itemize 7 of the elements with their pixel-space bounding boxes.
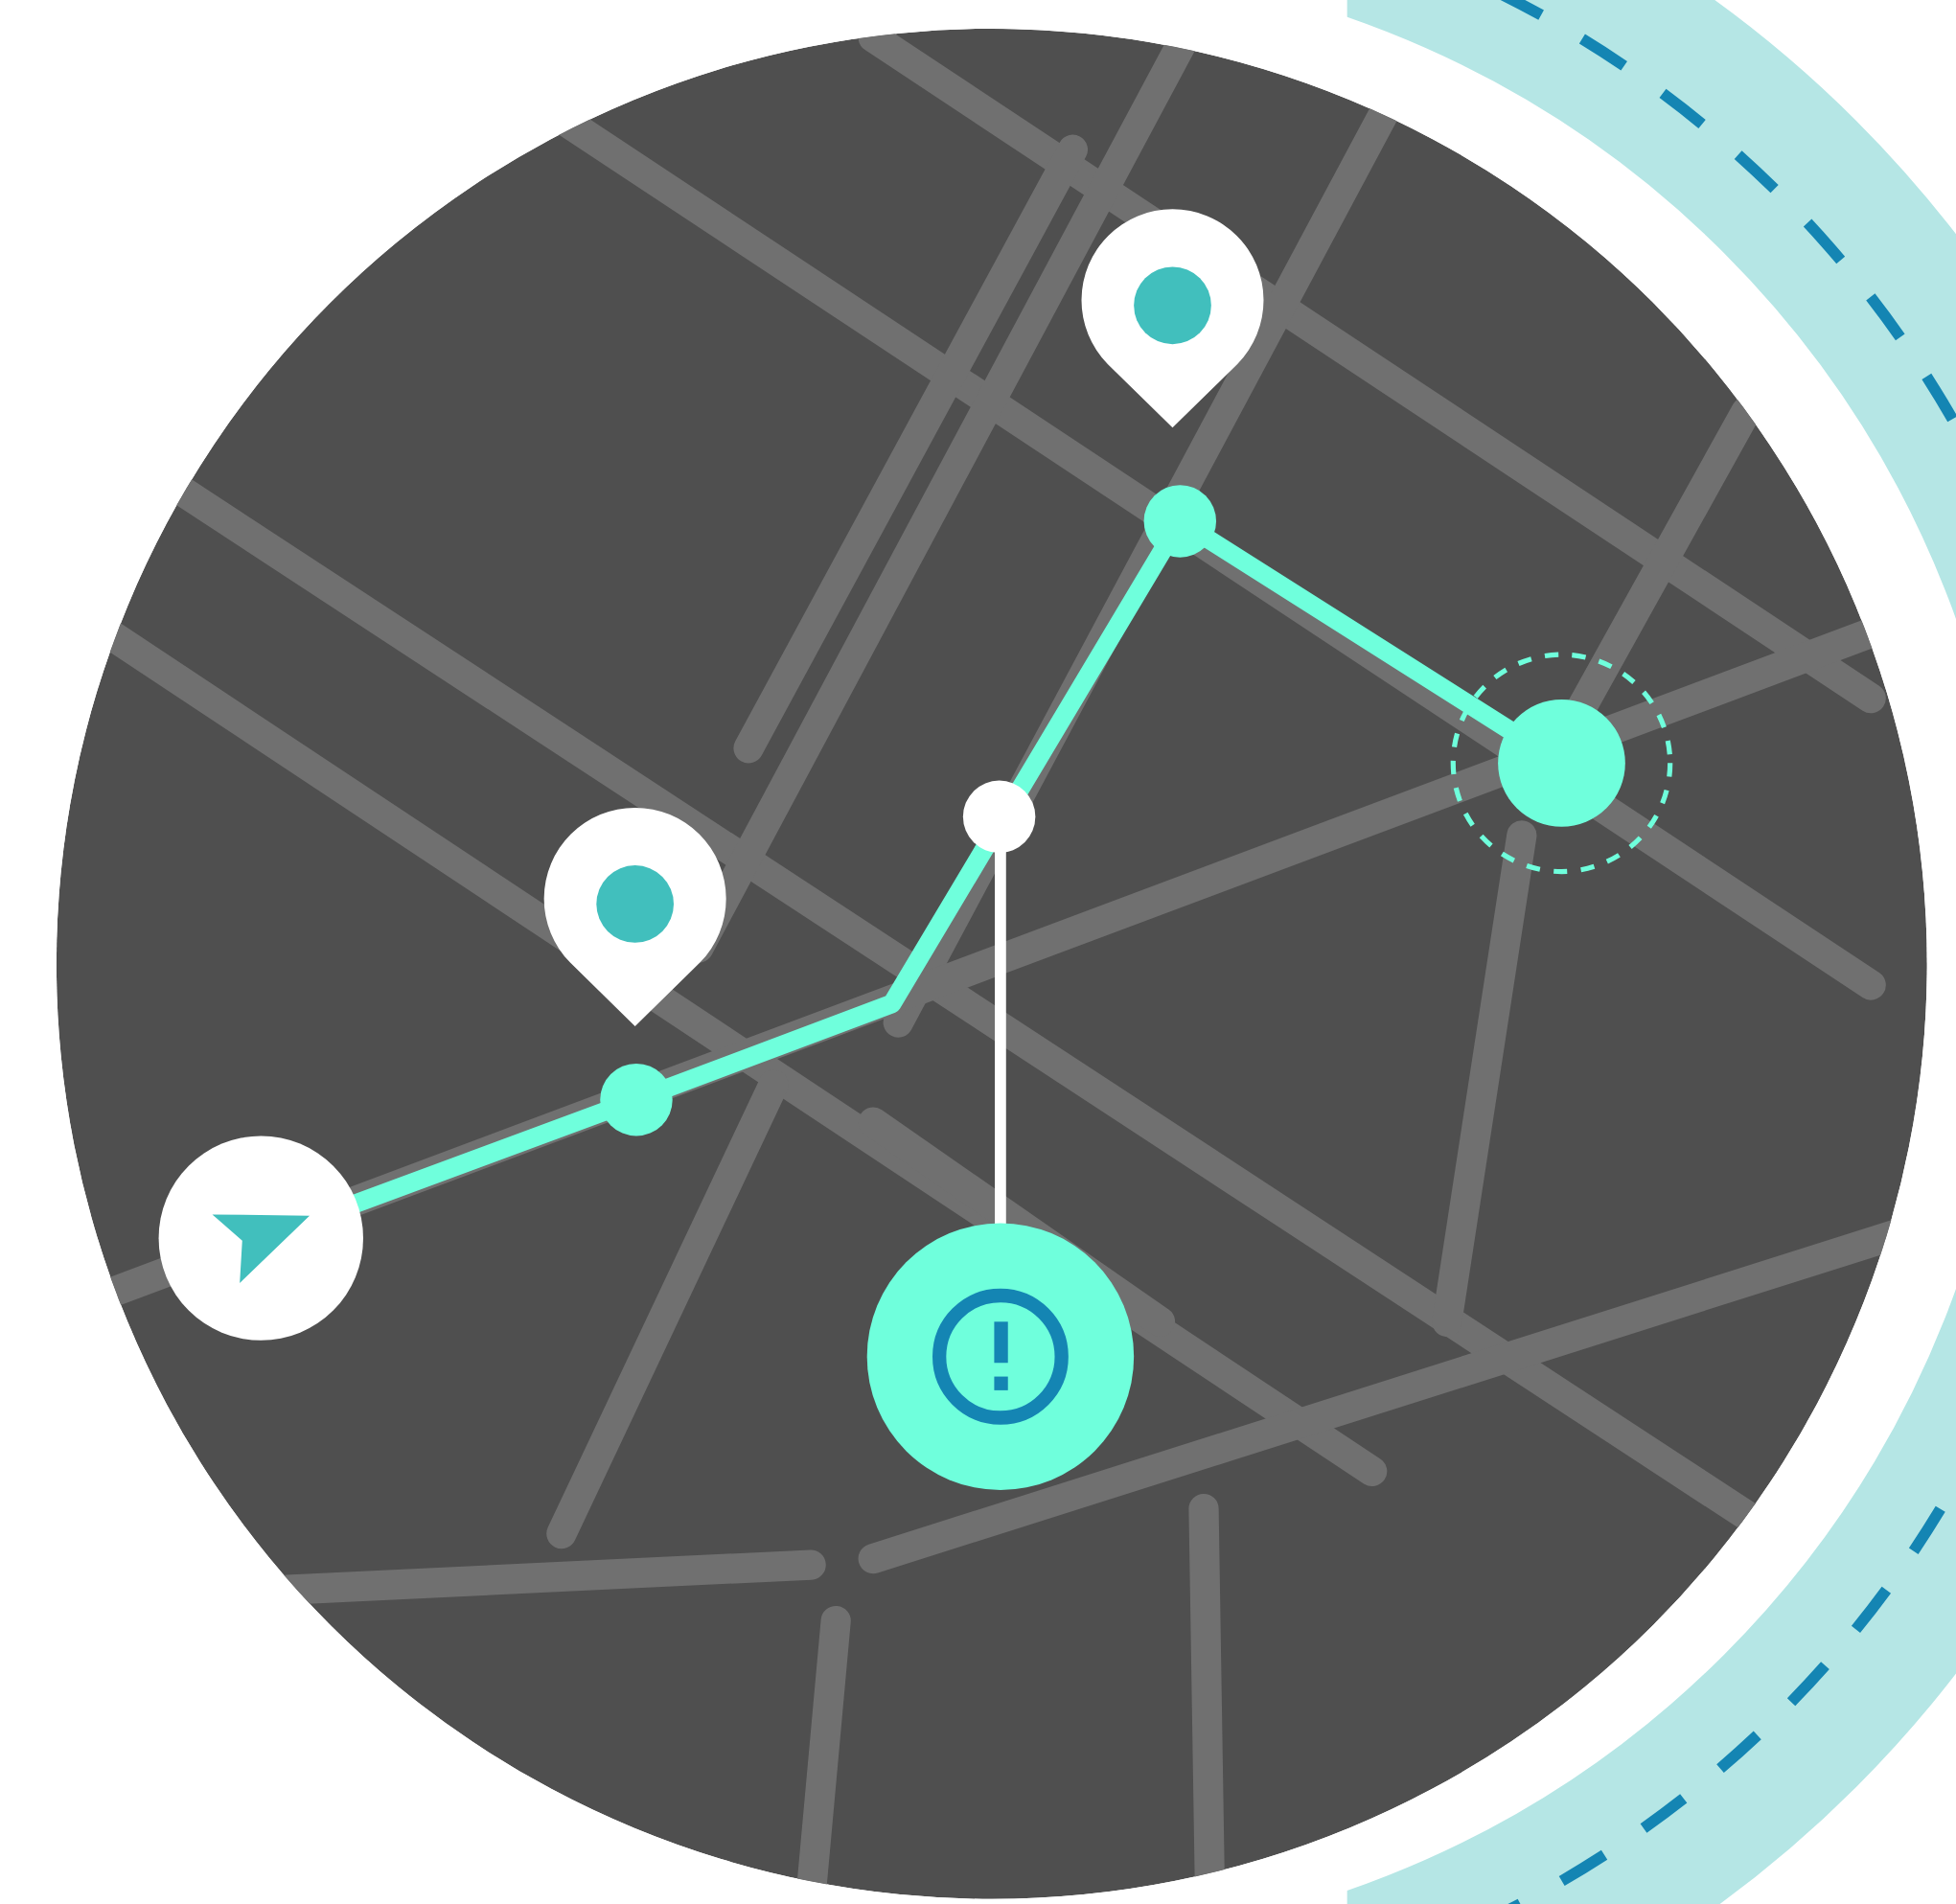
map-pin-icon[interactable]	[1081, 209, 1264, 428]
waypoint-dot-icon[interactable]	[600, 1063, 673, 1136]
junction-dot-icon[interactable]	[962, 780, 1036, 854]
destination-marker-icon[interactable]	[1450, 652, 1673, 875]
alert-marker-icon[interactable]	[866, 1223, 1135, 1490]
map-pin-icon[interactable]	[543, 808, 726, 1026]
waypoint-dot-icon[interactable]	[1143, 485, 1217, 558]
